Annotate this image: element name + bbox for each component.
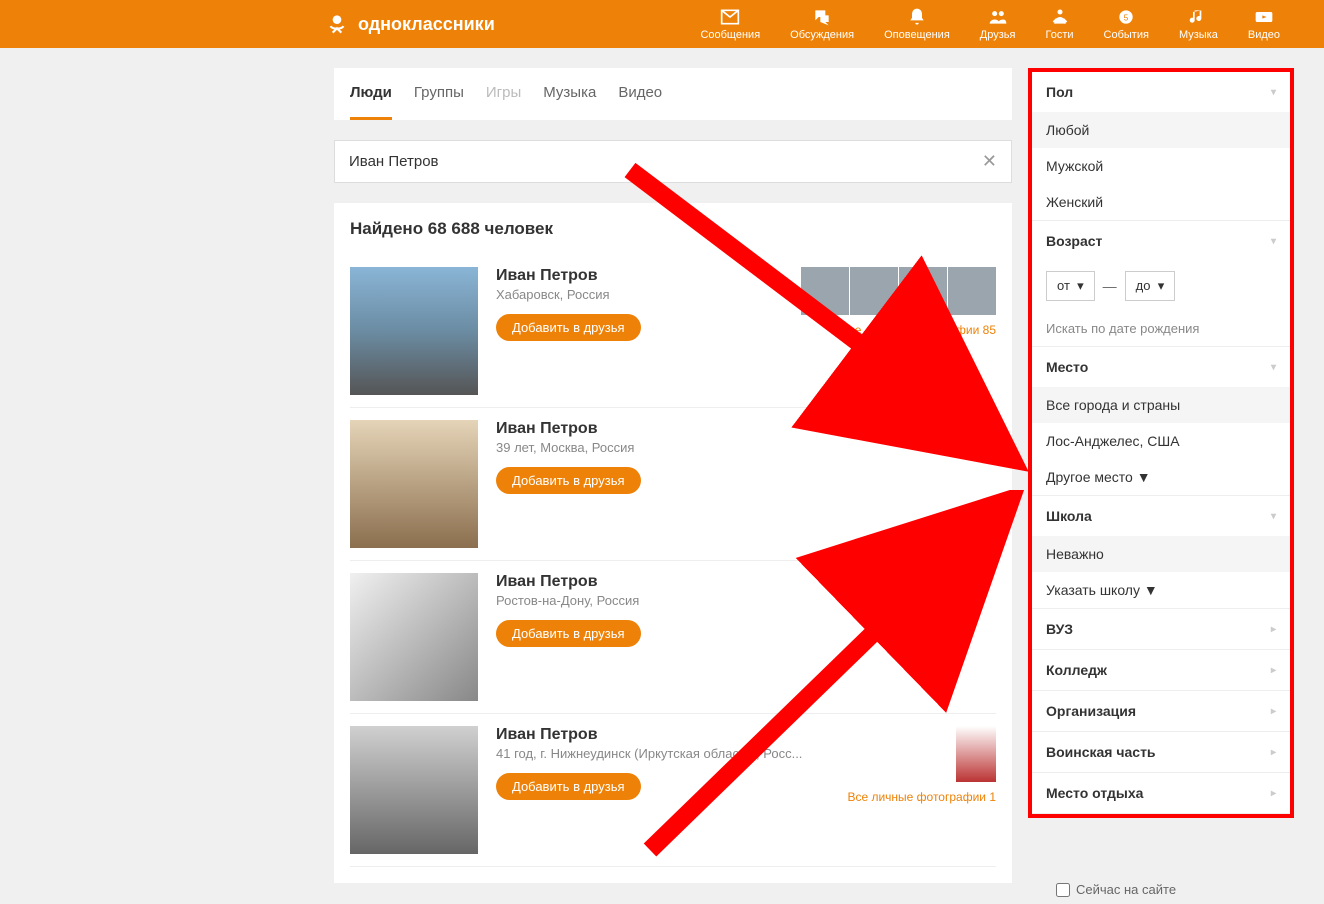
- nav-friends[interactable]: Друзья: [980, 7, 1016, 41]
- nav-video[interactable]: Видео: [1248, 7, 1280, 41]
- result-item: Иван Петров 41 год, г. Нижнеудинск (Ирку…: [350, 714, 996, 867]
- filters-panel: Пол▾ Любой Мужской Женский Возраст▾ от ▾…: [1028, 68, 1294, 818]
- mail-icon: [720, 7, 740, 27]
- chat-icon: [812, 7, 832, 27]
- results-box: Найдено 68 688 человек Иван Петров Хабар…: [334, 203, 1012, 883]
- age-from-select[interactable]: от ▾: [1046, 271, 1095, 301]
- tabs-bar: Люди Группы Игры Музыка Видео: [334, 68, 1012, 120]
- nav-messages[interactable]: Сообщения: [700, 7, 760, 41]
- tab-music[interactable]: Музыка: [543, 68, 596, 120]
- nav-events[interactable]: 5События: [1104, 7, 1149, 41]
- result-meta: Ростов-на-Дону, Россия: [496, 593, 996, 608]
- filter-option[interactable]: Указать школу ▼: [1032, 572, 1290, 608]
- photo-thumbs: Все личные фотографии 1: [847, 726, 996, 804]
- add-friend-button[interactable]: Добавить в друзья: [496, 620, 641, 647]
- friends-icon: [988, 7, 1008, 27]
- add-friend-button[interactable]: Добавить в друзья: [496, 773, 641, 800]
- result-meta: 39 лет, Москва, Россия: [496, 440, 996, 455]
- tab-video[interactable]: Видео: [618, 68, 662, 120]
- thumb[interactable]: [850, 267, 898, 315]
- video-icon: [1254, 7, 1274, 27]
- add-friend-button[interactable]: Добавить в друзья: [496, 314, 641, 341]
- chevron-right-icon: ▸: [1271, 624, 1276, 635]
- filter-vacation[interactable]: Место отдыха▸: [1032, 773, 1290, 814]
- chevron-down-icon: ▾: [1271, 87, 1276, 98]
- chevron-right-icon: ▸: [1271, 665, 1276, 676]
- tab-games[interactable]: Игры: [486, 68, 521, 120]
- thumb[interactable]: [899, 267, 947, 315]
- filter-age: Возраст▾ от ▾ — до ▾ Искать по дате рожд…: [1032, 221, 1290, 347]
- filter-option[interactable]: Все города и страны: [1032, 387, 1290, 423]
- thumb[interactable]: [948, 267, 996, 315]
- checkbox[interactable]: [1056, 883, 1070, 897]
- filter-option[interactable]: Лос-Анджелес, США: [1032, 423, 1290, 459]
- result-name[interactable]: Иван Петров: [496, 420, 996, 438]
- guests-icon: [1050, 7, 1070, 27]
- nav-music[interactable]: Музыка: [1179, 7, 1218, 41]
- now-online-checkbox[interactable]: Сейчас на сайте: [1042, 872, 1176, 897]
- add-friend-button[interactable]: Добавить в друзья: [496, 467, 641, 494]
- search-input[interactable]: [349, 153, 982, 170]
- nav-discussions[interactable]: Обсуждения: [790, 7, 854, 41]
- chevron-right-icon: ▸: [1271, 706, 1276, 717]
- logo-text: одноклассники: [358, 14, 495, 35]
- birth-date-link[interactable]: Искать по дате рождения: [1032, 311, 1290, 346]
- nav-notifications[interactable]: Оповещения: [884, 7, 950, 41]
- clear-icon[interactable]: ✕: [982, 151, 997, 172]
- tab-people[interactable]: Люди: [350, 68, 392, 120]
- chevron-right-icon: ▸: [1271, 788, 1276, 799]
- filter-option[interactable]: Мужской: [1032, 148, 1290, 184]
- filter-header[interactable]: Школа▾: [1032, 496, 1290, 536]
- chevron-down-icon: ▾: [1271, 362, 1276, 373]
- filter-gender: Пол▾ Любой Мужской Женский: [1032, 72, 1290, 221]
- result-item: Иван Петров Ростов-на-Дону, Россия Добав…: [350, 561, 996, 714]
- thumb[interactable]: [956, 726, 996, 782]
- events-icon: 5: [1116, 7, 1136, 27]
- top-header: одноклассники Сообщения Обсуждения Опове…: [0, 0, 1324, 48]
- tab-groups[interactable]: Группы: [414, 68, 464, 120]
- avatar[interactable]: [350, 267, 478, 395]
- avatar[interactable]: [350, 573, 478, 701]
- photo-thumbs: Все личные фотографии 85: [801, 267, 996, 337]
- filter-header[interactable]: Место▾: [1032, 347, 1290, 387]
- logo-icon: [324, 11, 350, 37]
- age-to-select[interactable]: до ▾: [1125, 271, 1176, 301]
- chevron-right-icon: ▸: [1271, 747, 1276, 758]
- filter-school: Школа▾ Неважно Указать школу ▼: [1032, 496, 1290, 609]
- bell-icon: [907, 7, 927, 27]
- chevron-down-icon: ▾: [1271, 236, 1276, 247]
- svg-text:5: 5: [1124, 12, 1129, 22]
- filter-option[interactable]: Любой: [1032, 112, 1290, 148]
- all-photos-link[interactable]: Все личные фотографии 85: [841, 323, 996, 337]
- music-icon: [1188, 7, 1208, 27]
- filter-organization[interactable]: Организация▸: [1032, 691, 1290, 732]
- avatar[interactable]: [350, 420, 478, 548]
- avatar[interactable]: [350, 726, 478, 854]
- filter-option-other[interactable]: Другое место ▼: [1032, 459, 1290, 495]
- filter-college[interactable]: Колледж▸: [1032, 650, 1290, 691]
- filter-header[interactable]: Пол▾: [1032, 72, 1290, 112]
- filter-header[interactable]: Возраст▾: [1032, 221, 1290, 261]
- filter-military[interactable]: Воинская часть▸: [1032, 732, 1290, 773]
- filter-option[interactable]: Неважно: [1032, 536, 1290, 572]
- results-count: Найдено 68 688 человек: [350, 219, 996, 239]
- filter-place: Место▾ Все города и страны Лос-Анджелес,…: [1032, 347, 1290, 496]
- filter-university[interactable]: ВУЗ▸: [1032, 609, 1290, 650]
- result-item: Иван Петров 39 лет, Москва, Россия Добав…: [350, 408, 996, 561]
- result-item: Иван Петров Хабаровск, Россия Добавить в…: [350, 255, 996, 408]
- top-nav: Сообщения Обсуждения Оповещения Друзья Г…: [700, 7, 1300, 41]
- thumb[interactable]: [801, 267, 849, 315]
- all-photos-link[interactable]: Все личные фотографии 1: [847, 790, 996, 804]
- nav-guests[interactable]: Гости: [1045, 7, 1073, 41]
- search-box: ✕: [334, 140, 1012, 183]
- chevron-down-icon: ▾: [1271, 511, 1276, 522]
- logo[interactable]: одноклассники: [324, 11, 495, 37]
- result-name[interactable]: Иван Петров: [496, 573, 996, 591]
- filter-option[interactable]: Женский: [1032, 184, 1290, 220]
